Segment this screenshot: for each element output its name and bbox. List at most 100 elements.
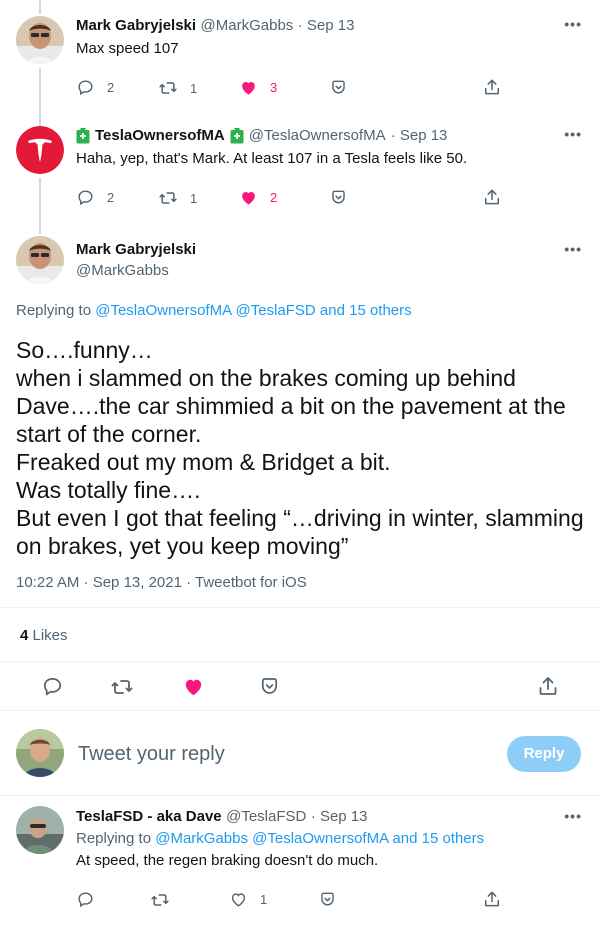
text-line: Freaked out my mom & Bridget a bit. [16, 449, 391, 475]
text-line: Was totally fine…. [16, 477, 201, 503]
more-dots-icon[interactable]: ••• [564, 126, 582, 142]
heart-icon [229, 890, 248, 909]
likes-label: Likes [28, 627, 68, 644]
author-handle[interactable]: @MarkGabbs [76, 262, 169, 279]
avatar-teslaownersofma[interactable] [16, 126, 64, 174]
battery-badge-icon [76, 127, 90, 143]
retweet-count: 1 [190, 80, 198, 96]
text-line: start of the corner. [16, 421, 202, 447]
reply-count: 2 [107, 190, 115, 205]
text-line: on brakes, yet you keep moving” [16, 533, 349, 559]
like-count: 2 [270, 190, 278, 205]
reply-icon [76, 188, 95, 207]
tweet-time[interactable]: · Sep 13 [391, 127, 448, 144]
tweet-time[interactable]: · Sep 13 [298, 17, 355, 34]
tweet-text: Haha, yep, that's Mark. At least 107 in … [76, 150, 468, 167]
retweet-icon [158, 78, 178, 98]
author-name[interactable]: TeslaFSD - aka Dave [76, 808, 222, 825]
reply-button[interactable] [41, 675, 64, 698]
more-dots-icon[interactable]: ••• [564, 16, 582, 32]
share-icon [536, 674, 560, 698]
save-icon [258, 675, 281, 698]
tweet-timestamp[interactable]: 10:22 AM · Sep 13, 2021 · Tweetbot for i… [16, 574, 307, 591]
save-icon [329, 78, 348, 97]
heart-icon [239, 188, 258, 207]
like-count: 1 [260, 892, 268, 907]
save-icon [318, 890, 337, 909]
reply-submit-button[interactable]: Reply [507, 736, 581, 772]
save-button[interactable] [318, 890, 337, 909]
more-dots-icon[interactable]: ••• [564, 808, 582, 824]
retweet-button[interactable]: 1 [158, 188, 197, 208]
tweet-text: At speed, the regen braking doesn't do m… [76, 852, 379, 869]
battery-badge-icon [230, 127, 244, 143]
save-button[interactable] [329, 188, 348, 207]
avatar-mark[interactable] [16, 16, 64, 64]
share-button[interactable] [482, 889, 502, 909]
author-name[interactable]: TeslaOwnersofMA [95, 127, 225, 144]
heart-icon [182, 675, 205, 698]
share-icon [482, 889, 502, 909]
retweet-button[interactable] [110, 675, 134, 699]
tweet-time[interactable]: · Sep 13 [311, 808, 368, 825]
text-line: But even I got that feeling “…driving in… [16, 505, 584, 531]
replying-to-link[interactable]: @MarkGabbs @TeslaOwnersofMA and 15 other… [155, 830, 484, 847]
save-button[interactable] [258, 675, 281, 698]
retweet-icon [158, 188, 178, 208]
author-handle[interactable]: @TeslaOwnersofMA [249, 127, 386, 144]
retweet-button[interactable] [150, 890, 170, 910]
save-button[interactable] [329, 78, 348, 97]
retweet-icon [110, 675, 134, 699]
text-line: Dave….the car shimmied a bit on the pave… [16, 393, 566, 419]
text-line: when i slammed on the brakes coming up b… [16, 365, 516, 391]
thread-line [39, 0, 41, 14]
avatar-mark-image [16, 16, 64, 64]
reply-button[interactable]: 2 [76, 78, 114, 97]
divider [0, 661, 600, 662]
text-line: So….funny… [16, 337, 153, 363]
like-button[interactable] [182, 675, 205, 698]
like-count: 3 [270, 80, 278, 95]
reply-button[interactable] [76, 890, 95, 909]
replying-to: Replying to @TeslaOwnersofMA @TeslaFSD a… [16, 302, 412, 319]
avatar-teslafsd[interactable] [16, 806, 64, 854]
retweet-count: 1 [190, 190, 198, 206]
author-handle[interactable]: @MarkGabbs [201, 17, 294, 34]
reply-count: 2 [107, 80, 115, 95]
reply-button[interactable]: 2 [76, 188, 114, 207]
like-button[interactable]: 2 [239, 188, 277, 207]
author-name[interactable]: Mark Gabryjelski [76, 241, 196, 258]
divider [0, 607, 600, 608]
share-button[interactable] [482, 187, 502, 207]
reply-icon [76, 78, 95, 97]
thread-line [39, 178, 41, 234]
share-button[interactable] [482, 77, 502, 97]
avatar-user-image [16, 729, 64, 777]
likes-summary[interactable]: 4 Likes [20, 627, 68, 644]
divider [0, 710, 600, 711]
save-icon [329, 188, 348, 207]
replying-to-link[interactable]: @TeslaOwnersofMA @TeslaFSD and 15 others [95, 302, 411, 319]
author-handle[interactable]: @TeslaFSD [226, 808, 306, 825]
reply-input[interactable]: Tweet your reply [78, 743, 225, 766]
divider [0, 795, 600, 796]
retweet-icon [150, 890, 170, 910]
avatar-teslafsd-image [16, 806, 64, 854]
avatar-mark[interactable] [16, 236, 64, 284]
main-tweet-text: So….funny… when i slammed on the brakes … [16, 336, 591, 560]
share-button[interactable] [536, 674, 560, 698]
avatar-mark-image [16, 236, 64, 284]
more-dots-icon[interactable]: ••• [564, 241, 582, 257]
reply-icon [76, 890, 95, 909]
current-user-avatar[interactable] [16, 729, 64, 777]
author-name[interactable]: Mark Gabryjelski [76, 17, 196, 34]
replying-to: Replying to @MarkGabbs @TeslaOwnersofMA … [76, 830, 485, 847]
retweet-button[interactable]: 1 [158, 78, 197, 98]
tweet-text: Max speed 107 [76, 40, 179, 57]
heart-icon [239, 78, 258, 97]
share-icon [482, 77, 502, 97]
share-icon [482, 187, 502, 207]
reply-icon [41, 675, 64, 698]
like-button[interactable]: 3 [239, 78, 277, 97]
like-button[interactable]: 1 [229, 890, 267, 909]
